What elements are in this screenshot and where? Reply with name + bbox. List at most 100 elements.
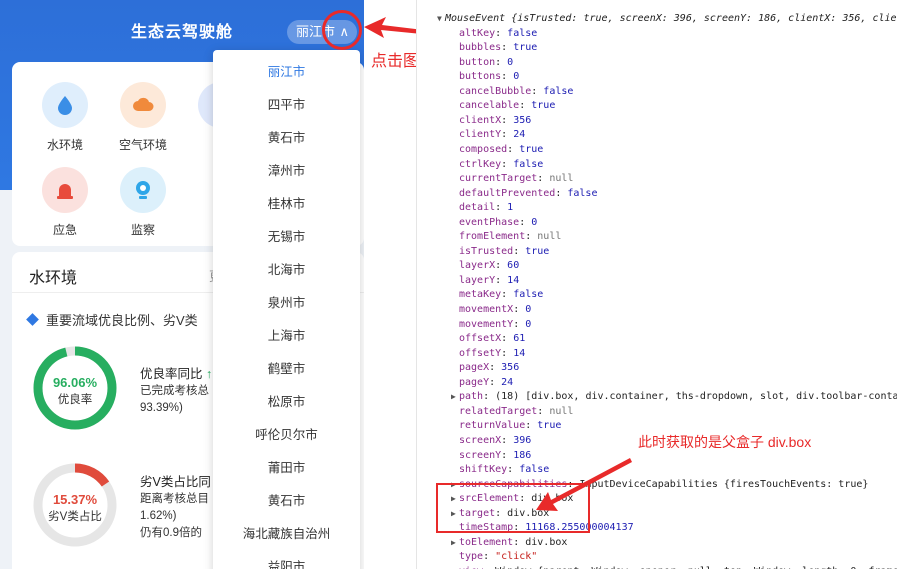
dropdown-option[interactable]: 四平市 bbox=[213, 89, 360, 122]
console-property-row: composed: true bbox=[459, 143, 544, 155]
console-property-row: layerX: 60 bbox=[459, 260, 520, 272]
caret-right-icon[interactable]: ▶ bbox=[451, 390, 459, 405]
property-value: true bbox=[513, 42, 538, 54]
dropdown-option[interactable]: 泉州市 bbox=[213, 287, 360, 320]
console-property-row: detail: 1 bbox=[459, 202, 514, 214]
metric-line: 93.39%) bbox=[140, 402, 183, 414]
console-property-row: cancelable: true bbox=[459, 100, 556, 112]
console-property-row: clientX: 356 bbox=[459, 114, 532, 126]
property-value: null bbox=[537, 231, 562, 243]
property-value: 1 bbox=[507, 202, 514, 214]
console-property-row: bubbles: true bbox=[459, 42, 538, 54]
property-value: false bbox=[513, 289, 544, 301]
alarm-icon bbox=[42, 167, 88, 213]
dropdown-option[interactable]: 呼伦贝尔市 bbox=[213, 419, 360, 452]
dropdown-option[interactable]: 鹤壁市 bbox=[213, 353, 360, 386]
dropdown-option[interactable]: 漳州市 bbox=[213, 155, 360, 188]
property-key: currentTarget bbox=[459, 173, 538, 185]
metric-line: 已完成考核总 bbox=[140, 385, 209, 397]
console-property-row: button: 0 bbox=[459, 56, 514, 68]
property-key: pageY bbox=[459, 376, 490, 388]
mobile-app: 生态云驾驶舱 丽江市 ∧ 水环境 空气环境 应急 监察 水环境 重要流域优良比例… bbox=[0, 0, 364, 569]
property-value: null bbox=[549, 173, 574, 185]
metric-line: 仍有0.9倍的 bbox=[140, 527, 202, 539]
dropdown-option[interactable]: 上海市 bbox=[213, 320, 360, 353]
metric-line: 1.62%) bbox=[140, 510, 177, 522]
dropdown-option[interactable]: 桂林市 bbox=[213, 188, 360, 221]
property-value: 0 bbox=[513, 71, 520, 83]
dropdown-option[interactable]: 益阳市 bbox=[213, 551, 360, 569]
property-value: false bbox=[513, 158, 544, 170]
property-key: movementX bbox=[459, 304, 514, 315]
console-property-row: offsetX: 61 bbox=[459, 333, 526, 345]
console-property-row: screenX: 396 bbox=[459, 434, 532, 446]
property-key: offsetX bbox=[459, 333, 502, 345]
property-value: false bbox=[567, 187, 598, 199]
city-dropdown: 丽江市 四平市 黄石市 漳州市 桂林市 无锡市 北海市 泉州市 上海市 鹤壁市 松原市 呼伦贝尔市 莆田… bbox=[213, 50, 360, 569]
nav-item-air[interactable]: 空气环境 bbox=[112, 82, 174, 153]
nav-item-inspection[interactable]: 监察 bbox=[112, 167, 174, 238]
console-object-header[interactable]: ▼ MouseEvent {isTrusted: true, screenX: 3… bbox=[437, 12, 897, 27]
ring-value: 96.06% bbox=[52, 375, 98, 390]
property-value: 60 bbox=[507, 260, 520, 272]
ring-label: 劣V类占比 bbox=[48, 511, 102, 523]
dropdown-option[interactable]: 莆田市 bbox=[213, 452, 360, 485]
property-value: 396 bbox=[513, 434, 532, 446]
caret-down-icon[interactable]: ▼ bbox=[437, 12, 445, 27]
console-property-row: fromElement: null bbox=[459, 231, 562, 243]
console-property-row[interactable]: ▶ toElement: div.box bbox=[451, 536, 567, 551]
property-value: 24 bbox=[513, 129, 526, 141]
dropdown-option[interactable]: 海北藏族自治州 bbox=[213, 518, 360, 551]
diamond-icon bbox=[26, 313, 39, 326]
property-value: true bbox=[531, 100, 556, 112]
console-property-row: clientY: 24 bbox=[459, 129, 526, 141]
property-key: metaKey bbox=[459, 289, 502, 301]
property-value: 14 bbox=[507, 274, 520, 286]
property-key: offsetY bbox=[459, 347, 502, 359]
ring-value: 15.37% bbox=[52, 492, 98, 507]
property-key: cancelable bbox=[459, 100, 520, 112]
property-value: true bbox=[519, 143, 544, 155]
property-key: movementY bbox=[459, 318, 514, 330]
screenshot-root: 生态云驾驶舱 丽江市 ∧ 水环境 空气环境 应急 监察 水环境 重要流域优良比例… bbox=[0, 0, 897, 569]
property-key: layerY bbox=[459, 274, 496, 286]
property-value: 0 bbox=[531, 216, 538, 228]
console-property-row: returnValue: true bbox=[459, 420, 562, 432]
dropdown-option[interactable]: 无锡市 bbox=[213, 221, 360, 254]
dropdown-option[interactable]: 黄石市 bbox=[213, 485, 360, 518]
console-property-row[interactable]: ▶ path: (18) [div.box, div.container, ths… bbox=[451, 390, 897, 405]
property-key: screenY bbox=[459, 449, 502, 461]
dropdown-option[interactable]: 黄石市 bbox=[213, 122, 360, 155]
property-key: composed bbox=[459, 143, 508, 155]
property-value: true bbox=[525, 245, 550, 257]
property-key: cancelBubble bbox=[459, 85, 532, 97]
property-key: detail bbox=[459, 202, 496, 214]
nav-label: 水环境 bbox=[46, 138, 83, 152]
property-key: eventPhase bbox=[459, 216, 520, 228]
property-value: 61 bbox=[513, 333, 526, 345]
console-property-row: movementX: 0 bbox=[459, 304, 532, 315]
metric-title: 优良率同比 bbox=[140, 367, 203, 381]
property-value: 186 bbox=[513, 449, 532, 461]
dropdown-option[interactable]: 丽江市 bbox=[213, 56, 360, 89]
property-value: true bbox=[537, 420, 562, 432]
metric-line: 距离考核总目 bbox=[140, 493, 209, 505]
property-value: 0 bbox=[525, 304, 532, 315]
console-property-row: screenY: 186 bbox=[459, 449, 532, 461]
console-property-row: pageY: 24 bbox=[459, 376, 514, 388]
console-property-row[interactable]: ▶view: Window {parent: Window, opener: n… bbox=[451, 565, 897, 569]
console-property-row: defaultPrevented: false bbox=[459, 187, 598, 199]
nav-item-water[interactable]: 水环境 bbox=[34, 82, 96, 153]
property-key: relatedTarget bbox=[459, 405, 538, 417]
dropdown-option[interactable]: 北海市 bbox=[213, 254, 360, 287]
console-property-row: eventPhase: 0 bbox=[459, 216, 538, 228]
console-property-row: ctrlKey: false bbox=[459, 158, 544, 170]
caret-right-icon[interactable]: ▶ bbox=[451, 565, 459, 569]
nav-item-emergency[interactable]: 应急 bbox=[34, 167, 96, 238]
property-key: button bbox=[459, 56, 496, 68]
caret-right-icon[interactable]: ▶ bbox=[451, 536, 459, 551]
subsection-heading: 重要流域优良比例、劣V类 bbox=[26, 310, 198, 329]
property-value: 14 bbox=[513, 347, 526, 359]
dropdown-option[interactable]: 松原市 bbox=[213, 386, 360, 419]
console-property-row: pageX: 356 bbox=[459, 362, 520, 374]
